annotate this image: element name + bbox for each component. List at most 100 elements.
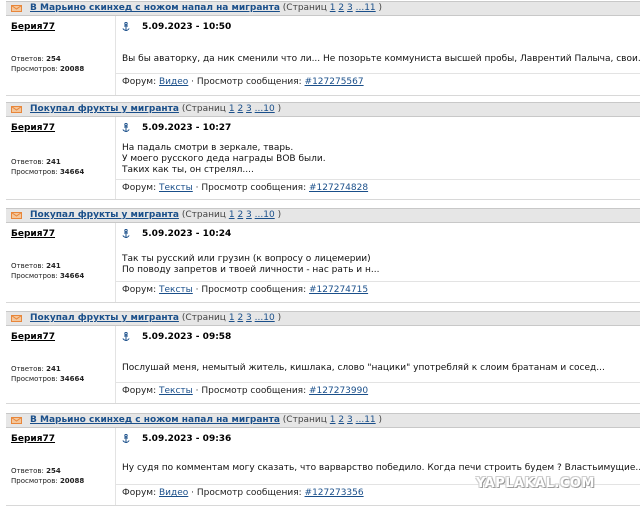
author-name[interactable]: Берия77 (11, 22, 55, 32)
topic-line: В Марьино скинхед с ножом напал на мигра… (30, 3, 382, 13)
author-stats: Ответов: 241 Просмотров: 34664 (11, 364, 84, 384)
topic-link[interactable]: Покупал фрукты у мигранта (30, 104, 179, 114)
message-link[interactable]: #127274828 (309, 183, 368, 193)
post-card: Покупал фрукты у мигранта (Страниц 1 2 3… (6, 102, 640, 200)
post-footer: Форум: Тексты · Просмотр сообщения: #127… (116, 179, 640, 197)
post-header: Покупал фрукты у мигранта (Страниц 1 2 3… (6, 311, 640, 326)
page-link-3[interactable]: 3 (246, 210, 252, 220)
answers-label: Ответов: (11, 365, 44, 373)
answers-label: Ответов: (11, 262, 44, 270)
topic-line: Покупал фрукты у мигранта (Страниц 1 2 3… (30, 313, 281, 323)
post-text-line: Ну судя по комментам могу сказать, что в… (122, 463, 640, 473)
page-link-3[interactable]: 3 (246, 313, 252, 323)
views-count: 34664 (59, 375, 85, 383)
topic-link[interactable]: Покупал фрукты у мигранта (30, 313, 179, 323)
forum-label: Форум: (122, 386, 157, 396)
forum-link[interactable]: Тексты (159, 285, 193, 295)
answers-label: Ответов: (11, 467, 44, 475)
envelope-icon (11, 315, 22, 322)
anchor-icon[interactable] (122, 229, 130, 239)
post-body: Берия77 Ответов: 241 Просмотров: 34664 5… (6, 223, 640, 303)
post-date: 5.09.2023 - 09:58 (142, 332, 232, 342)
answers-count: 254 (46, 467, 61, 475)
author-panel: Берия77 Ответов: 241 Просмотров: 34664 (6, 223, 116, 302)
views-count: 34664 (59, 272, 85, 280)
page-link-last[interactable]: ...11 (356, 415, 376, 425)
anchor-icon[interactable] (122, 22, 130, 32)
page-link-last[interactable]: ...10 (255, 210, 275, 220)
site-watermark: YAPLAKAL.COM (476, 476, 595, 491)
author-name[interactable]: Берия77 (11, 123, 55, 133)
topic-link[interactable]: В Марьино скинхед с ножом напал на мигра… (30, 415, 280, 425)
answers-count: 241 (46, 158, 61, 166)
post-body: Берия77 Ответов: 241 Просмотров: 34664 5… (6, 326, 640, 404)
anchor-icon[interactable] (122, 332, 130, 342)
envelope-icon (11, 106, 22, 113)
message-link[interactable]: #127273356 (305, 488, 364, 498)
view-message-label: · Просмотр сообщения: (195, 386, 307, 396)
answers-count: 241 (46, 262, 61, 270)
page-link-2[interactable]: 2 (237, 313, 243, 323)
views-count: 34664 (59, 168, 85, 176)
author-name[interactable]: Берия77 (11, 332, 55, 342)
author-panel: Берия77 Ответов: 241 Просмотров: 34664 (6, 326, 116, 403)
author-panel: Берия77 Ответов: 241 Просмотров: 34664 (6, 117, 116, 199)
page-link-2[interactable]: 2 (338, 415, 344, 425)
page-link-last[interactable]: ...10 (255, 104, 275, 114)
post-card: В Марьино скинхед с ножом напал на мигра… (6, 413, 640, 506)
topic-line: Покупал фрукты у мигранта (Страниц 1 2 3… (30, 104, 281, 114)
post-header: Покупал фрукты у мигранта (Страниц 1 2 3… (6, 208, 640, 223)
pages-nav: (Страниц 1 2 3 ...10 ) (182, 313, 281, 323)
author-stats: Ответов: 241 Просмотров: 34664 (11, 157, 84, 177)
page-link-1[interactable]: 1 (330, 415, 336, 425)
page-link-1[interactable]: 1 (229, 210, 235, 220)
anchor-icon[interactable] (122, 434, 130, 444)
pages-suffix: ) (277, 210, 282, 220)
page-link-1[interactable]: 1 (229, 313, 235, 323)
post-date: 5.09.2023 - 10:24 (142, 229, 232, 239)
page-link-3[interactable]: 3 (347, 415, 353, 425)
topic-link[interactable]: В Марьино скинхед с ножом напал на мигра… (30, 3, 280, 13)
post-card: Покупал фрукты у мигранта (Страниц 1 2 3… (6, 208, 640, 303)
pages-nav: (Страниц 1 2 3 ...11 ) (283, 3, 382, 13)
forum-label: Форум: (122, 285, 157, 295)
post-text: Ну судя по комментам могу сказать, что в… (122, 463, 640, 474)
post-body: Берия77 Ответов: 254 Просмотров: 20088 5… (6, 16, 640, 96)
page-link-3[interactable]: 3 (246, 104, 252, 114)
author-name[interactable]: Берия77 (11, 434, 55, 444)
page-link-2[interactable]: 2 (237, 104, 243, 114)
pages-suffix: ) (378, 3, 383, 13)
forum-link[interactable]: Видео (159, 488, 188, 498)
message-link[interactable]: #127275567 (305, 77, 364, 87)
pages-prefix: (Страниц (282, 415, 327, 425)
message-link[interactable]: #127274715 (309, 285, 368, 295)
view-message-label: · Просмотр сообщения: (191, 77, 302, 87)
topic-link[interactable]: Покупал фрукты у мигранта (30, 210, 179, 220)
message-link[interactable]: #127273990 (309, 386, 368, 396)
pages-nav: (Страниц 1 2 3 ...10 ) (182, 104, 281, 114)
page-link-1[interactable]: 1 (330, 3, 336, 13)
forum-link[interactable]: Тексты (159, 386, 193, 396)
footer-text: Форум: Тексты · Просмотр сообщения: #127… (122, 386, 368, 396)
post-text-line: Вы бы аваторку, да ник сменили что ли...… (122, 54, 640, 64)
post-header: Покупал фрукты у мигранта (Страниц 1 2 3… (6, 102, 640, 117)
views-label: Просмотров: (11, 477, 58, 485)
post-card: В Марьино скинхед с ножом напал на мигра… (6, 1, 640, 96)
footer-text: Форум: Тексты · Просмотр сообщения: #127… (122, 285, 368, 295)
views-count: 20088 (59, 477, 85, 485)
page-link-last[interactable]: ...10 (255, 313, 275, 323)
page-link-last[interactable]: ...11 (356, 3, 376, 13)
forum-link[interactable]: Тексты (159, 183, 193, 193)
page-link-2[interactable]: 2 (338, 3, 344, 13)
page-link-2[interactable]: 2 (237, 210, 243, 220)
post-footer: Форум: Тексты · Просмотр сообщения: #127… (116, 281, 640, 299)
page-link-1[interactable]: 1 (229, 104, 235, 114)
answers-count: 254 (46, 55, 61, 63)
pages-suffix: ) (277, 313, 282, 323)
author-name[interactable]: Берия77 (11, 229, 55, 239)
anchor-icon[interactable] (122, 123, 130, 133)
forum-link[interactable]: Видео (159, 77, 188, 87)
pages-nav: (Страниц 1 2 3 ...10 ) (182, 210, 281, 220)
footer-text: Форум: Видео · Просмотр сообщения: #1272… (122, 488, 364, 498)
page-link-3[interactable]: 3 (347, 3, 353, 13)
